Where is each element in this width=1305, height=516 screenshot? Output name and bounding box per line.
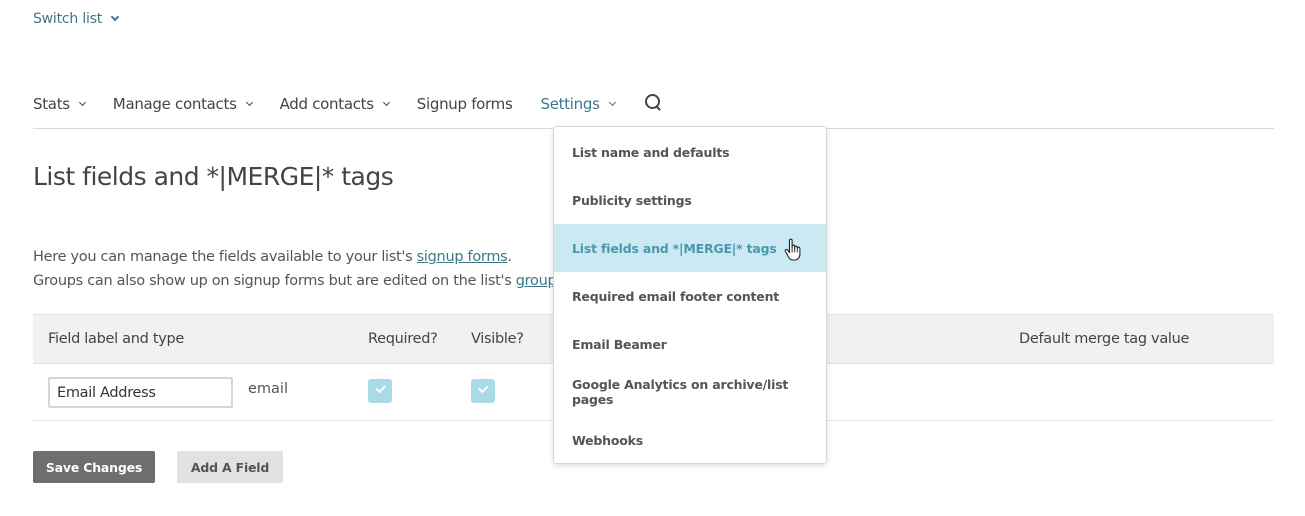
nav-manage-contacts[interactable]: Manage contacts bbox=[112, 92, 253, 116]
intro-line2-text: Groups can also show up on signup forms … bbox=[33, 273, 516, 289]
header-required: Required? bbox=[368, 331, 438, 347]
chevron-down-icon bbox=[608, 98, 616, 106]
nav-signup-forms-label: Signup forms bbox=[416, 95, 513, 113]
nav-add-contacts[interactable]: Add contacts bbox=[279, 92, 390, 116]
header-default-value: Default merge tag value bbox=[1019, 331, 1190, 347]
menu-item-publicity-settings[interactable]: Publicity settings bbox=[554, 176, 826, 224]
nav-manage-contacts-label: Manage contacts bbox=[112, 95, 237, 113]
switch-list-label: Switch list bbox=[33, 11, 103, 27]
menu-item-email-beamer[interactable]: Email Beamer bbox=[554, 320, 826, 368]
menu-item-required-footer[interactable]: Required email footer content bbox=[554, 272, 826, 320]
header-field-label: Field label and type bbox=[48, 331, 185, 347]
chevron-down-icon bbox=[110, 12, 120, 22]
menu-item-label: List fields and *|MERGE|* tags bbox=[572, 240, 777, 256]
intro-text: Here you can manage the fields available… bbox=[33, 245, 564, 293]
nav-add-contacts-label: Add contacts bbox=[279, 95, 374, 113]
field-type: email bbox=[248, 381, 288, 397]
menu-item-list-fields-merge-tags[interactable]: List fields and *|MERGE|* tags bbox=[554, 224, 826, 272]
save-changes-button[interactable]: Save Changes bbox=[33, 451, 155, 483]
field-label-input[interactable] bbox=[48, 377, 233, 408]
list-nav: Stats Manage contacts Add contacts Signu… bbox=[33, 92, 1274, 129]
intro-line1-text: Here you can manage the fields available… bbox=[33, 249, 417, 265]
nav-stats-label: Stats bbox=[33, 95, 70, 113]
nav-stats[interactable]: Stats bbox=[33, 92, 86, 116]
nav-settings-label: Settings bbox=[540, 95, 600, 113]
add-field-button[interactable]: Add A Field bbox=[177, 451, 283, 483]
required-checkbox[interactable] bbox=[368, 379, 392, 403]
switch-list-dropdown[interactable]: Switch list bbox=[33, 11, 120, 27]
intro-line1-suffix: . bbox=[507, 249, 512, 265]
chevron-down-icon bbox=[382, 98, 390, 106]
menu-item-google-analytics[interactable]: Google Analytics on archive/list pages bbox=[554, 368, 826, 416]
nav-settings[interactable]: Settings bbox=[540, 92, 616, 116]
chevron-down-icon bbox=[78, 98, 86, 106]
chevron-down-icon bbox=[245, 98, 253, 106]
menu-item-webhooks[interactable]: Webhooks bbox=[554, 416, 826, 464]
header-visible: Visible? bbox=[471, 331, 524, 347]
menu-item-list-name-defaults[interactable]: List name and defaults bbox=[554, 128, 826, 176]
nav-signup-forms[interactable]: Signup forms bbox=[417, 92, 513, 116]
signup-forms-link[interactable]: signup forms bbox=[417, 249, 508, 265]
visible-checkbox[interactable] bbox=[471, 379, 495, 403]
hand-pointer-cursor-icon bbox=[784, 238, 801, 261]
settings-dropdown-menu: List name and defaults Publicity setting… bbox=[553, 126, 827, 464]
page-title: List fields and *|MERGE|* tags bbox=[33, 162, 394, 191]
search-icon[interactable] bbox=[643, 93, 663, 113]
